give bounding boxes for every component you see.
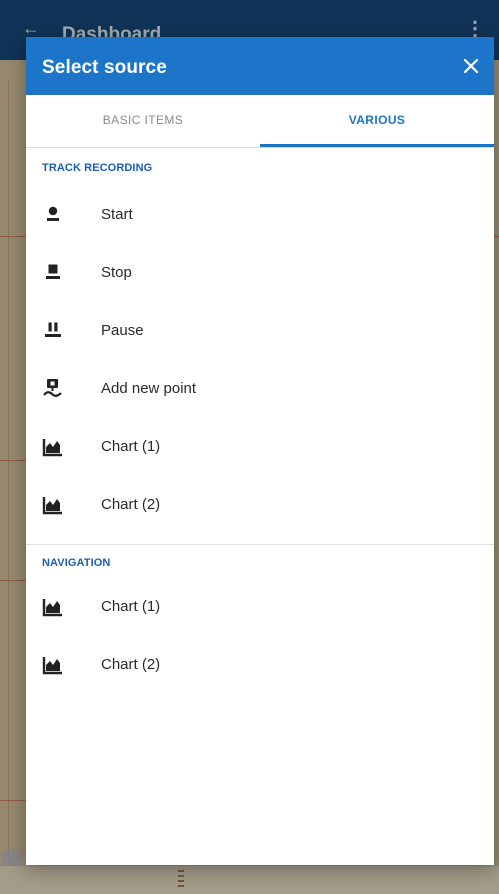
tab-selected-indicator <box>260 144 494 147</box>
list-item-label: Chart (2) <box>101 496 161 513</box>
dialog-header: Select source <box>26 37 494 95</box>
list-item-add-new-point[interactable]: Add new point <box>26 360 494 418</box>
list-item-chart-2[interactable]: Chart (2) <box>26 476 494 534</box>
section-divider <box>26 544 494 545</box>
list-item-label: Chart (1) <box>101 438 161 455</box>
list-item-label: Pause <box>101 322 144 339</box>
section-header-navigation: NAVIGATION <box>42 557 111 569</box>
chart-icon <box>42 497 62 515</box>
list-item-start[interactable]: Start <box>26 186 494 244</box>
section-header-track-recording: TRACK RECORDING <box>42 162 153 174</box>
tab-bar: BASIC ITEMS VARIOUS <box>26 95 494 148</box>
record-start-icon <box>47 206 59 221</box>
list-item-label: Stop <box>101 264 132 281</box>
list-item-label: Start <box>101 206 133 223</box>
chart-icon <box>42 657 62 675</box>
list-item-nav-chart-1[interactable]: Chart (1) <box>26 578 494 636</box>
list-item-pause[interactable]: Pause <box>26 302 494 360</box>
list-item-nav-chart-2[interactable]: Chart (2) <box>26 636 494 694</box>
tab-basic-items[interactable]: BASIC ITEMS <box>26 95 260 147</box>
tab-various[interactable]: VARIOUS <box>260 95 494 147</box>
list-item-label: Add new point <box>101 380 197 397</box>
chart-icon <box>42 439 62 457</box>
chart-icon <box>42 599 62 617</box>
list-item-label: Chart (1) <box>101 598 161 615</box>
record-stop-icon <box>46 264 60 279</box>
list-item-label: Chart (2) <box>101 656 161 673</box>
select-source-dialog: Select source BASIC ITEMS VARIOUS TRACK … <box>26 37 494 865</box>
close-icon <box>464 59 478 73</box>
list-item-chart-1[interactable]: Chart (1) <box>26 418 494 476</box>
record-pause-icon <box>45 322 61 337</box>
close-button[interactable] <box>456 51 486 81</box>
dialog-title: Select source <box>42 57 167 78</box>
add-point-icon <box>43 379 62 397</box>
list-item-stop[interactable]: Stop <box>26 244 494 302</box>
